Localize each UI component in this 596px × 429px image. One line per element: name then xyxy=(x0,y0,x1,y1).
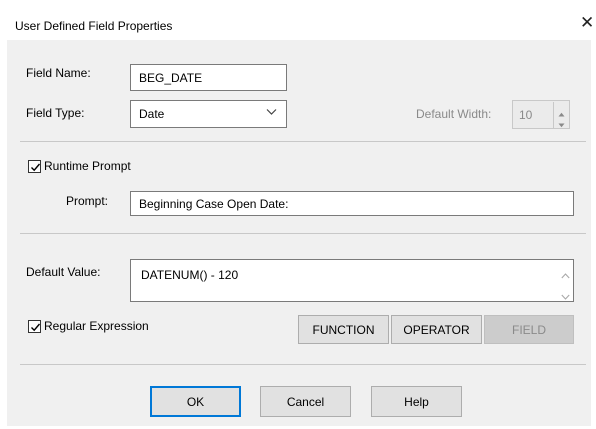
runtime-prompt-label: Runtime Prompt xyxy=(44,159,131,173)
dialog-body: Field Name: BEG_DATE Field Type: Date De… xyxy=(7,40,591,426)
field-name-input[interactable]: BEG_DATE xyxy=(130,64,287,91)
title-bar: User Defined Field Properties ✕ xyxy=(0,0,596,40)
prompt-input[interactable]: Beginning Case Open Date: xyxy=(130,191,574,216)
runtime-prompt-checkbox[interactable]: Runtime Prompt xyxy=(28,159,131,173)
checkbox-box xyxy=(28,159,41,173)
field-button: FIELD xyxy=(484,315,574,344)
field-name-value: BEG_DATE xyxy=(139,70,203,85)
field-type-label: Field Type: xyxy=(26,106,85,120)
default-value-textarea[interactable]: DATENUM() - 120 xyxy=(130,259,574,302)
section-divider xyxy=(20,233,586,234)
spin-down-icon xyxy=(558,117,565,131)
operator-button[interactable]: OPERATOR xyxy=(391,315,482,344)
checkmark-icon xyxy=(31,323,41,331)
default-value-scrollbar[interactable] xyxy=(557,260,573,301)
function-button[interactable]: FUNCTION xyxy=(298,315,389,344)
default-width-value: 10 xyxy=(519,107,533,122)
cancel-button-label: Cancel xyxy=(286,394,325,409)
function-button-label: FUNCTION xyxy=(312,322,375,337)
regular-expression-label: Regular Expression xyxy=(44,319,149,333)
section-divider xyxy=(20,141,586,142)
field-button-label: FIELD xyxy=(511,322,546,337)
default-value-text: DATENUM() - 120 xyxy=(141,268,239,282)
default-value-label: Default Value: xyxy=(26,265,101,279)
ok-button[interactable]: OK xyxy=(150,386,241,417)
default-width-spinner: 10 xyxy=(512,100,570,129)
prompt-label: Prompt: xyxy=(66,194,109,208)
help-button[interactable]: Help xyxy=(371,386,462,417)
checkmark-icon xyxy=(31,163,41,171)
checkbox-box xyxy=(28,319,41,333)
default-width-label: Default Width: xyxy=(416,107,492,121)
spinner-buttons xyxy=(553,102,568,128)
help-button-label: Help xyxy=(404,394,429,409)
close-icon[interactable]: ✕ xyxy=(580,14,594,31)
dialog-title: User Defined Field Properties xyxy=(15,19,173,33)
chevron-down-icon xyxy=(266,106,277,120)
cancel-button[interactable]: Cancel xyxy=(260,386,351,417)
scroll-down-icon[interactable] xyxy=(561,289,570,303)
ok-button-label: OK xyxy=(186,394,205,409)
prompt-value: Beginning Case Open Date: xyxy=(139,196,289,211)
scroll-up-icon[interactable] xyxy=(561,268,570,282)
operator-button-label: OPERATOR xyxy=(403,322,470,337)
field-type-value: Date xyxy=(139,107,165,121)
section-divider xyxy=(20,364,586,365)
field-type-dropdown[interactable]: Date xyxy=(130,100,287,128)
field-name-label: Field Name: xyxy=(26,66,91,80)
regular-expression-checkbox[interactable]: Regular Expression xyxy=(28,319,149,333)
